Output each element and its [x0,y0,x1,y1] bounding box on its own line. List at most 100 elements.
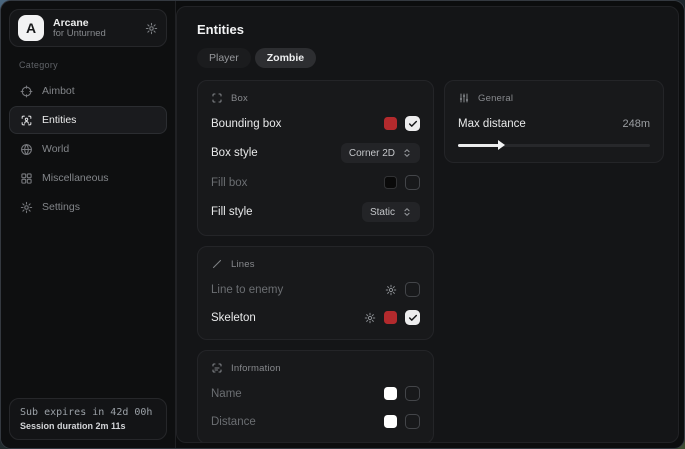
brand-text: Arcane for Unturned [53,17,136,40]
setting-label: Fill style [211,206,253,218]
setting-label: Distance [211,416,256,428]
sidebar-item-aimbot[interactable]: Aimbot [9,77,167,105]
sidebar-item-label: Entities [42,114,76,126]
slider-fill [458,144,500,148]
setting-label: Skeleton [211,312,256,324]
sliders-icon [458,92,470,104]
check-icon [408,313,418,323]
setting-label: Name [211,388,242,400]
setting-row-line-to-enemy: Line to enemy [211,281,420,298]
setting-label: Fill box [211,177,247,189]
gear-icon [20,201,33,214]
controls [384,175,420,190]
checkbox[interactable] [405,116,420,131]
controls [384,386,420,401]
controls [384,116,420,131]
sidebar: A Arcane for Unturned Category A [1,1,176,448]
card-title: General [478,93,513,104]
slider-thumb[interactable] [498,140,505,150]
setting-label: Max distance [458,118,526,130]
card-title: Lines [231,259,255,270]
card-title: Box [231,93,248,104]
color-swatch[interactable] [384,415,397,428]
gear-icon[interactable] [385,284,397,296]
entity-tabs: Player Zombie [197,48,316,68]
setting-label: Line to enemy [211,284,283,296]
information-card-header: Information [211,362,420,374]
sidebar-item-label: World [42,143,69,155]
dropdown-value: Corner 2D [349,148,395,159]
checkbox[interactable] [405,175,420,190]
setting-row-distance: Distance [211,413,420,430]
sidebar-item-label: Miscellaneous [42,172,109,184]
app-window: A Arcane for Unturned Category A [0,0,685,449]
check-icon [408,119,418,129]
sidebar-item-label: Settings [42,201,80,213]
card-title: Information [231,363,281,374]
setting-row-skeleton: Skeleton [211,309,420,326]
setting-row-box-style: Box style Corner 2D [211,143,420,163]
brand-logo: A [18,15,44,41]
line-icon [211,258,223,270]
controls [384,414,420,429]
crosshair-icon [20,85,33,98]
box-card: Box Bounding box [197,80,434,236]
checkbox[interactable] [405,282,420,297]
setting-row-fill-style: Fill style Static [211,202,420,222]
information-card: Information Name Distance [197,350,434,443]
brand-title: Arcane [53,17,136,29]
lines-card-header: Lines [211,258,420,270]
general-card-header: General [458,92,650,104]
entities-icon [20,114,33,127]
fill-style-dropdown[interactable]: Static [362,202,420,222]
color-swatch[interactable] [384,311,397,324]
color-swatch[interactable] [384,176,397,189]
main-panel: Entities Player Zombie Box [176,6,679,443]
checkbox[interactable] [405,386,420,401]
globe-icon [20,143,33,156]
checkbox[interactable] [405,414,420,429]
brand-card: A Arcane for Unturned [9,9,167,47]
sidebar-item-world[interactable]: World [9,135,167,163]
gear-icon[interactable] [145,22,158,35]
sidebar-item-settings[interactable]: Settings [9,193,167,221]
box-style-dropdown[interactable]: Corner 2D [341,143,420,163]
dropdown-value: Static [370,207,395,218]
sidebar-nav: Aimbot Entities World [9,77,167,221]
tab-zombie[interactable]: Zombie [255,48,316,68]
color-swatch[interactable] [384,387,397,400]
information-icon [211,362,223,374]
setting-label: Bounding box [211,118,281,130]
brand-subtitle: for Unturned [53,29,136,40]
setting-row-fill-box: Fill box [211,174,420,191]
session-duration: Session duration 2m 11s [20,421,156,431]
controls [385,282,420,297]
sidebar-item-entities[interactable]: Entities [9,106,167,134]
max-distance-slider[interactable] [458,141,650,149]
gear-icon[interactable] [364,312,376,324]
right-column: General Max distance 248m [444,80,664,163]
controls [364,310,420,325]
subscription-expiry: Sub expires in 42d 00h [20,407,156,418]
page-title: Entities [197,22,664,37]
grid-icon [20,172,33,185]
sidebar-item-miscellaneous[interactable]: Miscellaneous [9,164,167,192]
max-distance-value: 248m [622,118,650,130]
lines-card: Lines Line to enemy [197,246,434,340]
box-scan-icon [211,92,223,104]
chevrons-up-down-icon [402,148,412,158]
chevrons-up-down-icon [402,207,412,217]
box-card-header: Box [211,92,420,104]
setting-label: Box style [211,147,258,159]
checkbox[interactable] [405,310,420,325]
general-card: General Max distance 248m [444,80,664,163]
tab-player[interactable]: Player [197,48,251,68]
left-column: Box Bounding box [197,80,434,443]
color-swatch[interactable] [384,117,397,130]
sidebar-item-label: Aimbot [42,85,75,97]
category-label: Category [19,60,157,70]
setting-row-max-distance: Max distance 248m [458,115,650,132]
session-card: Sub expires in 42d 00h Session duration … [9,398,167,440]
setting-row-name: Name [211,385,420,402]
card-columns: Box Bounding box [197,80,664,443]
